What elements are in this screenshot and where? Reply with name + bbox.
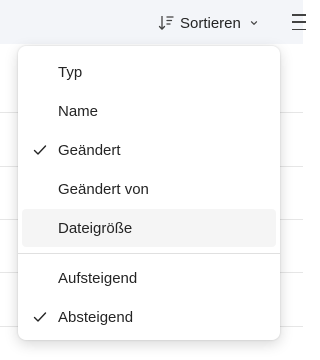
menu-item-dateigroesse[interactable]: Dateigröße bbox=[22, 209, 276, 247]
menu-item-aufsteigend[interactable]: Aufsteigend bbox=[22, 259, 276, 297]
sort-descending-icon bbox=[158, 14, 174, 32]
menu-divider bbox=[18, 253, 280, 254]
menu-item-label: Dateigröße bbox=[58, 219, 133, 237]
sort-menu: Typ Name Geändert Geändert von Dateigröß… bbox=[18, 46, 280, 340]
menu-item-typ[interactable]: Typ bbox=[22, 53, 276, 91]
menu-item-geaendert-von[interactable]: Geändert von bbox=[22, 170, 276, 208]
checkmark-icon bbox=[32, 142, 48, 158]
menu-item-label: Name bbox=[58, 102, 99, 120]
menu-item-absteigend[interactable]: Absteigend bbox=[22, 298, 276, 336]
menu-item-label: Typ bbox=[58, 63, 83, 81]
menu-item-name[interactable]: Name bbox=[22, 92, 276, 130]
view-options-icon[interactable] bbox=[292, 14, 306, 30]
menu-item-label: Geändert bbox=[58, 141, 121, 159]
sort-button[interactable]: Sortieren bbox=[158, 8, 259, 38]
menu-item-label: Aufsteigend bbox=[58, 269, 138, 287]
menu-item-geaendert[interactable]: Geändert bbox=[22, 131, 276, 169]
checkmark-icon bbox=[32, 309, 48, 325]
chevron-down-icon bbox=[249, 18, 259, 28]
menu-item-label: Geändert von bbox=[58, 180, 149, 198]
sort-label: Sortieren bbox=[180, 14, 241, 32]
menu-item-label: Absteigend bbox=[58, 308, 134, 326]
command-bar: Sortieren bbox=[0, 0, 306, 44]
